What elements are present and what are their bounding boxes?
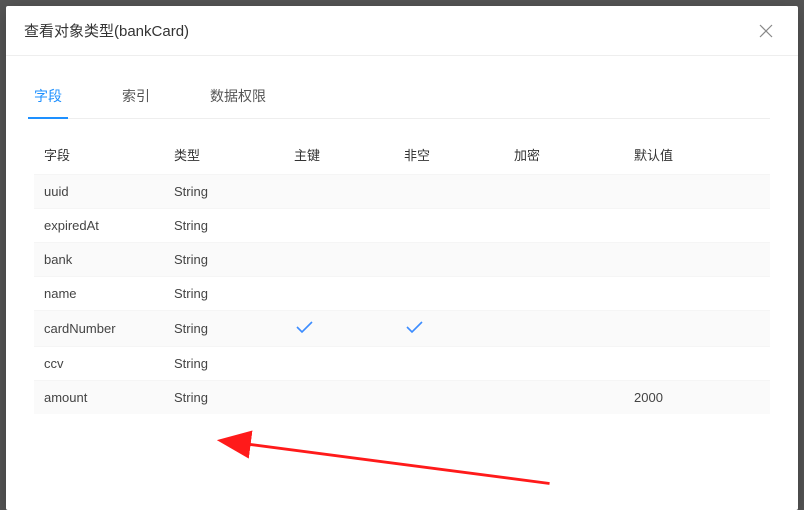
cell-type: String [174,184,294,199]
cell-field: name [44,286,174,301]
col-header-type: 类型 [174,145,294,164]
col-header-primary: 主键 [294,145,404,164]
check-icon [404,322,424,337]
cell-field: expiredAt [44,218,174,233]
tab-1[interactable]: 索引 [122,76,150,118]
close-icon [758,23,774,39]
table-row[interactable]: uuidString [34,174,770,208]
cell-field: ccv [44,356,174,371]
tab-bar: 字段 索引 数据权限 [34,76,770,119]
cell-type: String [174,252,294,267]
col-header-notnull: 非空 [404,145,514,164]
col-header-default: 默认值 [634,145,754,164]
cell-field: amount [44,390,174,405]
modal-title: 查看对象类型(bankCard) [24,20,189,41]
modal-body: 字段索引数据权限 字段 类型 主键 非空 加密 默认值 uuidStringex… [6,56,798,510]
table-row[interactable]: bankString [34,242,770,276]
cell-default: 2000 [634,390,754,405]
table-row[interactable]: nameString [34,276,770,310]
cell-type: String [174,356,294,371]
table-header-row: 字段 类型 主键 非空 加密 默认值 [34,135,770,174]
table-row[interactable]: expiredAtString [34,208,770,242]
cell-type: String [174,218,294,233]
cell-field: cardNumber [44,321,174,336]
table-body: uuidStringexpiredAtStringbankStringnameS… [34,174,770,414]
cell-field: bank [44,252,174,267]
cell-type: String [174,390,294,405]
cell-type: String [174,321,294,336]
check-icon [294,322,314,337]
table-row[interactable]: ccvString [34,346,770,380]
cell-type: String [174,286,294,301]
tab-2[interactable]: 数据权限 [210,76,266,118]
tab-0[interactable]: 字段 [34,76,62,118]
cell-field: uuid [44,184,174,199]
table-row[interactable]: cardNumberString [34,310,770,346]
col-header-field: 字段 [44,145,174,164]
close-button[interactable] [756,21,776,41]
table-row[interactable]: amountString 2000 [34,380,770,414]
cell-primary [294,320,404,337]
cell-notnull [404,320,514,337]
modal-dialog: 查看对象类型(bankCard) 字段 索引 数据权限 字段 类型 主键 非空 加密… [6,6,798,510]
modal-header: 查看对象类型(bankCard) [6,6,798,56]
col-header-encrypted: 加密 [514,145,634,164]
